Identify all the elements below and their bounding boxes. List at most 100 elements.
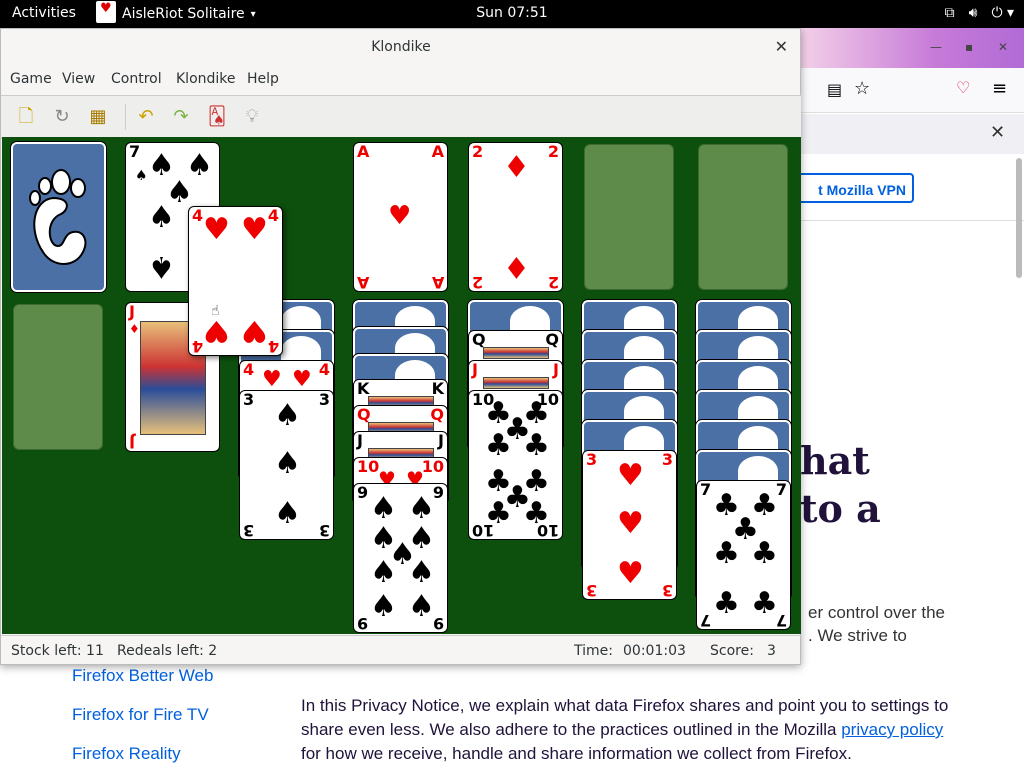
tableau-empty-slot[interactable] xyxy=(13,304,103,450)
spade-icon: ♠ xyxy=(274,496,301,531)
undo-icon[interactable]: ↶ xyxy=(135,106,157,128)
tableau-card-ten-clubs[interactable]: 10 10 10 10 ♣ ♣ ♣ ♣ ♣ ♣ ♣ ♣ ♣ ♣ xyxy=(468,390,563,540)
score-label: Score: xyxy=(710,643,754,659)
maximize-icon[interactable]: ▪ xyxy=(965,40,977,54)
tableau-card-seven-clubs[interactable]: 7 7 7 7 ♣ ♣ ♣ ♣ ♣ ♣ ♣ xyxy=(696,480,791,630)
stock-pile[interactable] xyxy=(11,142,106,292)
bookmark-star-icon[interactable]: ☆ xyxy=(854,78,870,99)
heart-icon: ♥ xyxy=(617,458,644,493)
privacy-paragraph: In this Privacy Notice, we explain what … xyxy=(301,694,961,766)
scrollbar[interactable] xyxy=(1016,158,1022,278)
status-bar: Stock left: 11 Redeals left: 2 Time: 00:… xyxy=(1,635,801,666)
volume-icon[interactable]: 🔊︎ xyxy=(969,5,978,21)
close-icon[interactable]: ✕ xyxy=(990,122,1005,143)
foundation-empty-slot[interactable] xyxy=(698,144,788,290)
card-rank: A xyxy=(357,273,370,292)
card-rank: J xyxy=(129,302,135,321)
foundation-ace-hearts[interactable]: A A A A ♥ xyxy=(353,142,448,292)
menu-icon[interactable]: ≡ xyxy=(992,78,1007,99)
power-icon[interactable]: ⏻ ▾ xyxy=(991,5,1014,21)
select-game-icon[interactable]: ▦ xyxy=(87,106,109,128)
card-rank: 4 xyxy=(243,360,255,379)
card-rank: 10 xyxy=(357,457,380,476)
activities-button[interactable]: Activities xyxy=(12,5,76,21)
menu-view[interactable]: View xyxy=(62,71,95,87)
redo-icon[interactable]: ↷ xyxy=(170,106,192,128)
spade-icon: ♠ xyxy=(370,589,397,624)
privacy-policy-link[interactable]: privacy policy xyxy=(841,720,943,739)
close-icon[interactable]: ✕ xyxy=(998,40,1010,54)
paragraph-text-end: for how we receive, handle and share inf… xyxy=(301,744,852,763)
new-game-icon[interactable]: 🗋 xyxy=(15,106,37,128)
foundation-empty-slot[interactable] xyxy=(584,144,674,290)
sidebar-link-better-web[interactable]: Firefox Better Web xyxy=(72,666,213,686)
minimize-icon[interactable]: — xyxy=(930,40,942,54)
menu-game[interactable]: Game xyxy=(10,71,52,87)
heart-icon: ♥ xyxy=(203,212,230,247)
card-rank: 7 xyxy=(129,142,141,161)
time-value: 00:01:03 xyxy=(623,643,686,659)
spade-icon: ♠ xyxy=(274,446,301,481)
menu-klondike[interactable]: Klondike xyxy=(176,71,236,87)
restart-icon[interactable]: ↻ xyxy=(51,106,73,128)
card-rank: Q xyxy=(357,405,371,424)
diamond-icon: ♦ xyxy=(503,150,530,185)
clock[interactable]: Sun 07:51 xyxy=(476,5,547,21)
heart-icon: ♥ xyxy=(388,201,412,231)
card-rank: 4 xyxy=(267,337,279,356)
system-tray[interactable]: ⧉ 🔊︎ ⏻ ▾ xyxy=(945,5,1014,21)
tableau-card-three-hearts[interactable]: 3 3 3 3 ♥ ♥ ♥ xyxy=(582,450,677,600)
card-rank: 7 xyxy=(700,611,712,630)
network-icon[interactable]: ⧉ xyxy=(945,5,955,21)
card-rank: 10 xyxy=(421,457,444,476)
redeals-left-label: Redeals left: 2 xyxy=(117,643,218,659)
club-icon: ♣ xyxy=(523,496,550,531)
foundation-two-diamonds[interactable]: 2 2 2 2 ♦ ♦ xyxy=(468,142,563,292)
club-icon: ♣ xyxy=(523,428,550,463)
notification-bar: ✕ xyxy=(800,114,1024,154)
card-rank: 9 xyxy=(357,614,369,633)
hint-icon[interactable]: 💡︎ xyxy=(241,106,263,128)
tableau-card-three-spades[interactable]: 3 3 3 3 ♠ ♠ ♠ xyxy=(239,390,334,540)
card-rank: 2 xyxy=(472,273,484,292)
sidebar-link-reality[interactable]: Firefox Reality xyxy=(72,744,181,764)
card-rank: J xyxy=(129,433,135,452)
spade-icon: ♠ xyxy=(370,555,397,590)
heart-icon: ♥ xyxy=(241,313,268,348)
diamond-icon: ♦ xyxy=(503,249,530,284)
card-rank: Q xyxy=(545,330,559,349)
chevron-down-icon: ▾ xyxy=(250,8,256,20)
card-rank: 3 xyxy=(586,581,598,600)
heart-icon: ♥ xyxy=(203,313,230,348)
game-board[interactable]: 7 ♠ ♠ ♠ ♠ ♠ ♠ A A A A ♥ 2 2 2 2 ♦ ♦ J ♦ … xyxy=(2,137,801,634)
card-rank: 2 xyxy=(547,273,559,292)
menu-help[interactable]: Help xyxy=(247,71,279,87)
menu-control[interactable]: Control xyxy=(111,71,162,87)
deal-icon[interactable]: 🂡 xyxy=(206,106,228,128)
card-rank: 3 xyxy=(318,390,330,409)
intro-text-line2: . We strive to xyxy=(808,626,907,645)
spade-icon: ♠ xyxy=(274,398,301,433)
toolbar: 🗋 ↻ ▦ ↶ ↷ 🂡 💡︎ xyxy=(1,95,801,139)
queen-face-image xyxy=(483,347,549,359)
menu-bar: Game View Control Klondike Help xyxy=(1,67,801,93)
club-icon: ♣ xyxy=(751,536,778,571)
reader-view-icon[interactable]: ▤ xyxy=(827,80,842,99)
card-rank: 3 xyxy=(318,521,330,540)
card-rank: 2 xyxy=(547,142,559,161)
close-icon[interactable]: ✕ xyxy=(775,37,788,56)
sidebar-link-fire-tv[interactable]: Firefox for Fire TV xyxy=(72,705,209,725)
app-name: AisleRiot Solitaire xyxy=(122,6,245,22)
firefox-tab-strip: — ▪ ✕ xyxy=(800,28,1024,68)
club-icon: ♣ xyxy=(751,586,778,621)
card-rank: 7 xyxy=(700,480,712,499)
card-rank: J xyxy=(357,431,363,450)
tableau-card-nine-spades[interactable]: 9 9 9 9 ♠ ♠ ♠ ♠ ♠ ♠ ♠ ♠ ♠ xyxy=(353,483,448,633)
jack-face-image xyxy=(483,377,549,389)
pocket-icon[interactable]: ♡ xyxy=(956,78,970,97)
app-menu[interactable]: AisleRiot Solitaire ▾ xyxy=(96,1,256,23)
spade-icon: ♠ xyxy=(148,200,175,235)
dragged-card-four-hearts[interactable]: 4 4 ♥ ♥ ♥ ♥ 4 4 ☝ xyxy=(188,206,283,356)
spade-icon: ♠ xyxy=(408,555,435,590)
heart-icon: ♥ xyxy=(617,556,644,591)
